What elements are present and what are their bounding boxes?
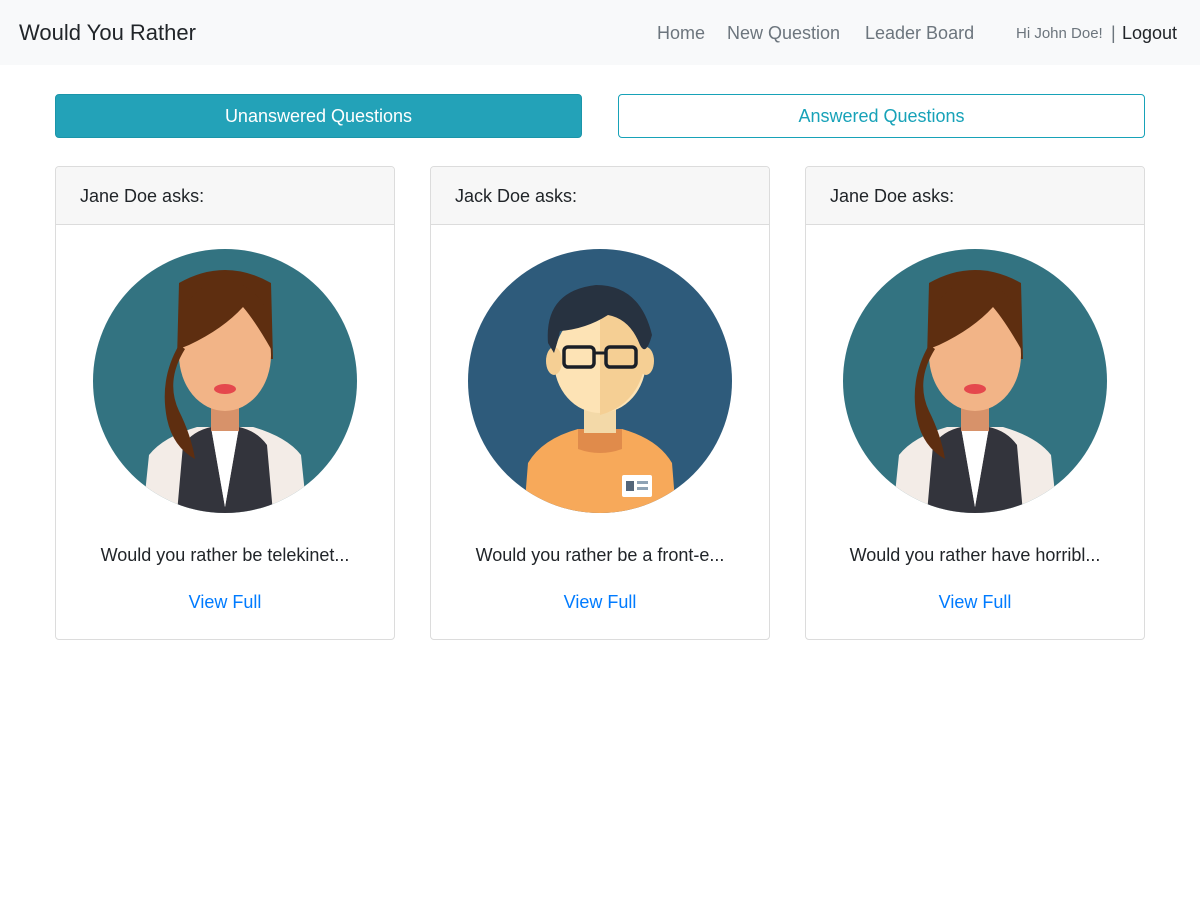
woman-avatar-icon <box>93 249 357 513</box>
question-card: Jane Doe asks: Would you rather have hor… <box>805 166 1145 640</box>
question-card: Jack Doe asks: Would you rather be a fro… <box>430 166 770 640</box>
logout-link[interactable]: Logout <box>1122 21 1177 45</box>
woman-avatar-icon <box>843 249 1107 513</box>
nav-leader-board-link[interactable]: Leader Board <box>865 21 974 45</box>
view-full-link[interactable]: View Full <box>431 590 769 614</box>
question-author: Jane Doe asks: <box>806 167 1144 225</box>
user-greeting: Hi John Doe! <box>1016 25 1103 42</box>
nav-new-question-link[interactable]: New Question <box>727 21 840 45</box>
nav-divider: | <box>1111 23 1116 43</box>
question-preview: Would you rather be telekinet... <box>100 545 350 565</box>
brand-title[interactable]: Would You Rather <box>19 19 196 47</box>
question-author: Jack Doe asks: <box>431 167 769 225</box>
view-full-link[interactable]: View Full <box>806 590 1144 614</box>
question-card: Jane Doe asks: Would you rather be telek… <box>55 166 395 640</box>
question-preview: Would you rather be a front-e... <box>475 545 725 565</box>
tab-answered-questions[interactable]: Answered Questions <box>618 94 1145 138</box>
man-glasses-avatar-icon <box>468 249 732 513</box>
tab-unanswered-questions[interactable]: Unanswered Questions <box>55 94 582 138</box>
nav-home-link[interactable]: Home <box>657 21 705 45</box>
question-author: Jane Doe asks: <box>56 167 394 225</box>
view-full-link[interactable]: View Full <box>56 590 394 614</box>
top-navbar: Would You Rather Home New Question Leade… <box>0 0 1200 65</box>
question-preview: Would you rather have horribl... <box>849 545 1101 565</box>
